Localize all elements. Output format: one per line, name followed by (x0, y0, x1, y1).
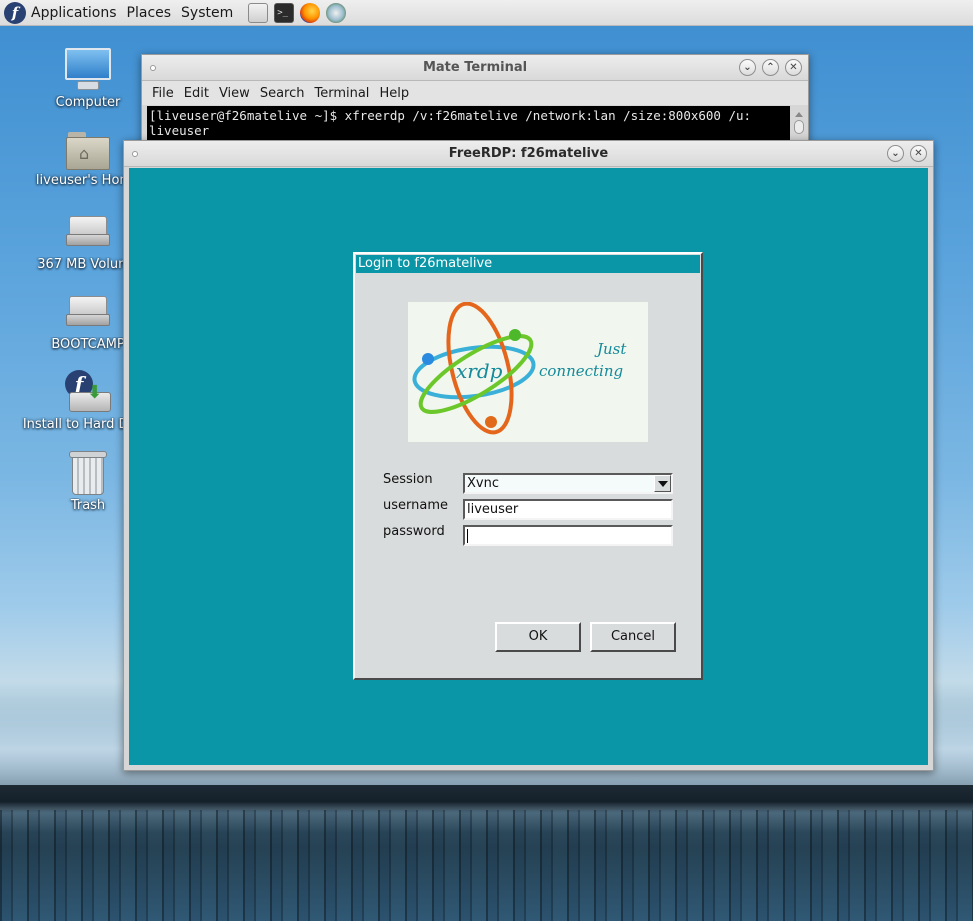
maximize-icon[interactable]: ⌃ (762, 59, 779, 76)
session-select[interactable]: Xvnc (463, 473, 673, 494)
text-cursor (467, 528, 468, 543)
install-icon: f ⬇ (65, 370, 111, 414)
terminal-output[interactable]: [liveuser@f26matelive ~]$ xfreerdp /v:f2… (147, 106, 790, 143)
close-icon[interactable]: ✕ (785, 59, 802, 76)
scroll-up-icon[interactable] (795, 112, 803, 117)
window-menu-icon[interactable] (150, 65, 156, 71)
freerdp-window[interactable]: FreeRDP: f26matelive ⌄ ✕ Login to f26mat… (123, 140, 934, 771)
menu-help[interactable]: Help (374, 86, 414, 101)
places-menu[interactable]: Places (122, 5, 177, 21)
wallpaper-reflection (0, 810, 973, 921)
top-panel: f Applications Places System >_ (0, 0, 973, 26)
terminal-line: [liveuser@f26matelive ~]$ xfreerdp /v:f2… (149, 108, 752, 123)
close-icon[interactable]: ✕ (910, 145, 927, 162)
computer-icon (65, 48, 111, 92)
terminal-menubar: File Edit View Search Terminal Help (142, 81, 808, 105)
minimize-icon[interactable]: ⌄ (887, 145, 904, 162)
login-dialog-title: Login to f26matelive (356, 255, 700, 273)
home-folder-icon: ⌂ (66, 130, 110, 170)
menu-edit[interactable]: Edit (179, 86, 214, 101)
scroll-thumb[interactable] (794, 120, 804, 134)
drive-icon (66, 296, 110, 326)
username-field[interactable]: liveuser (463, 499, 673, 520)
drive-icon (66, 216, 110, 246)
ok-button[interactable]: OK (495, 622, 581, 652)
terminal-window[interactable]: Mate Terminal ⌄ ⌃ ✕ File Edit View Searc… (141, 54, 809, 144)
password-field[interactable] (463, 525, 673, 546)
xrdp-banner: xrdp Just connecting (408, 302, 648, 442)
files-icon[interactable] (248, 2, 269, 23)
menu-file[interactable]: File (147, 86, 179, 101)
logo-text: xrdp (456, 359, 503, 383)
chevron-down-icon[interactable] (654, 475, 671, 492)
menu-terminal[interactable]: Terminal (309, 86, 374, 101)
xrdp-login-dialog: Login to f26matelive xrdp Just connectin… (353, 252, 703, 680)
banner-text-just: Just (597, 340, 627, 358)
terminal-icon[interactable]: >_ (274, 2, 295, 23)
password-label: password (383, 524, 445, 539)
terminal-line: liveuser (149, 123, 210, 138)
fedora-logo-icon[interactable]: f (4, 1, 26, 24)
freerdp-title: FreeRDP: f26matelive (448, 146, 609, 161)
system-menu[interactable]: System (176, 5, 238, 21)
session-label: Session (383, 472, 433, 487)
wallpaper-treeline (0, 785, 973, 813)
menu-view[interactable]: View (214, 86, 255, 101)
username-label: username (383, 498, 448, 513)
applications-menu[interactable]: Applications (26, 5, 122, 21)
cancel-button[interactable]: Cancel (590, 622, 676, 652)
terminal-title: Mate Terminal (422, 60, 528, 75)
menu-search[interactable]: Search (255, 86, 310, 101)
trash-icon (69, 451, 107, 495)
remote-desktop-area[interactable]: Login to f26matelive xrdp Just connectin… (129, 168, 928, 765)
firefox-icon[interactable] (300, 2, 321, 23)
window-menu-icon[interactable] (132, 151, 138, 157)
freerdp-titlebar[interactable]: FreeRDP: f26matelive ⌄ ✕ (124, 141, 933, 167)
terminal-titlebar[interactable]: Mate Terminal ⌄ ⌃ ✕ (142, 55, 808, 81)
banner-text-connecting: connecting (539, 362, 624, 380)
terminal-scrollbar[interactable] (793, 110, 805, 138)
minimize-icon[interactable]: ⌄ (739, 59, 756, 76)
session-value: Xvnc (467, 476, 499, 491)
network-icon[interactable] (326, 2, 347, 23)
username-value: liveuser (467, 502, 519, 517)
desktop-icon-computer[interactable]: Computer (18, 48, 158, 110)
